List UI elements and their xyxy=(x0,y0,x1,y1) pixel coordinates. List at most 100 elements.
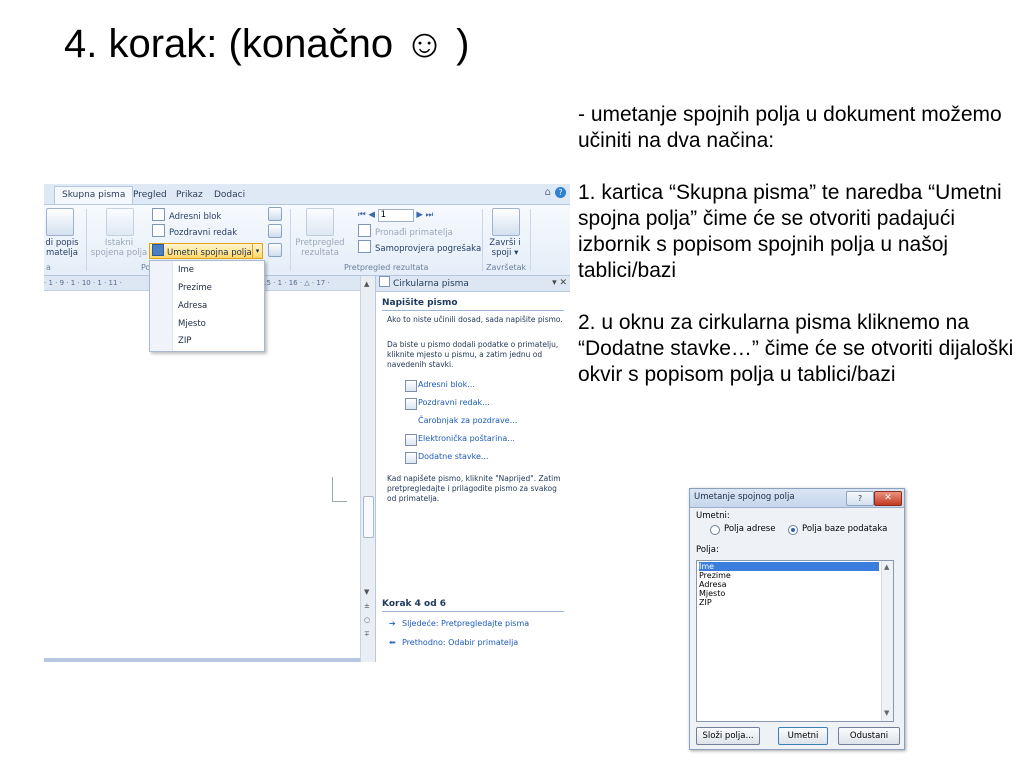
previous-page-icon[interactable]: ± xyxy=(364,602,370,610)
pane-header: Cirkularna pisma ▾ ✕ xyxy=(376,276,570,292)
pane-link-adresni-blok[interactable]: Adresni blok... xyxy=(418,380,475,389)
list-item[interactable]: Adresa xyxy=(699,580,879,589)
scroll-down-icon[interactable]: ▼ xyxy=(364,588,369,596)
slide-title: 4. korak: (konačno ☺ ) xyxy=(64,22,470,66)
tab-dodaci[interactable]: Dodaci xyxy=(207,187,252,204)
tab-prikaz[interactable]: Prikaz xyxy=(169,187,210,204)
auto-check-errors-button[interactable]: Samoprovjera pogrešaka xyxy=(358,240,481,254)
scroll-down-icon[interactable]: ▼ xyxy=(884,709,889,717)
radio-address-fields-label[interactable]: Polja adrese xyxy=(724,524,775,534)
pane-text-instructions: Da biste u pismo dodali podatke o primat… xyxy=(387,340,559,369)
highlight-label-2: spojena polja xyxy=(90,248,148,258)
ribbon-tab-bar: Skupna pisma Pregled Prikaz Dodaci ⌂? xyxy=(44,184,570,205)
tab-skupna-pisma[interactable]: Skupna pisma xyxy=(54,186,134,204)
edit-recipient-list-button[interactable]: di popis matelja xyxy=(44,238,82,258)
pane-step-label: Korak 4 od 6 xyxy=(382,599,447,609)
find-recipient-button[interactable]: Pronađi primatelja xyxy=(358,224,453,238)
cancel-button[interactable]: Odustani xyxy=(838,727,900,745)
radio-database-fields[interactable] xyxy=(788,525,798,535)
pane-title: Cirkularna pisma xyxy=(393,279,469,289)
close-icon[interactable]: ✕ xyxy=(874,491,902,506)
help-icon[interactable]: ? xyxy=(555,187,566,198)
pane-next-link[interactable]: Sljedeće: Pretpregledajte pisma xyxy=(402,619,529,628)
pane-text-next: Kad napišete pismo, kliknite "Naprijed".… xyxy=(387,474,561,503)
tab-pregled[interactable]: Pregled xyxy=(126,187,174,204)
auto-check-errors-label: Samoprovjera pogrešaka xyxy=(375,244,482,254)
pane-link-pozdravni-redak[interactable]: Pozdravni redak... xyxy=(418,398,490,407)
scroll-up-icon[interactable]: ▲ xyxy=(884,563,889,571)
paragraph-method-2: 2. u oknu za cirkularna pisma kliknemo n… xyxy=(578,311,1014,386)
vertical-scrollbar[interactable]: ▲ ▼ ± ○ ∓ xyxy=(360,276,375,662)
list-item[interactable]: ZIP xyxy=(699,598,879,607)
fields-label: Polja: xyxy=(696,545,719,555)
list-item[interactable]: Mjesto xyxy=(699,589,879,598)
radio-database-fields-label[interactable]: Polja baze podataka xyxy=(802,524,887,534)
match-fields-button[interactable]: Složi polja... xyxy=(696,727,760,745)
word-screenshot: Skupna pisma Pregled Prikaz Dodaci ⌂? di… xyxy=(44,184,570,662)
greeting-line-label: Pozdravni redak xyxy=(169,228,238,238)
pane-link-postarina[interactable]: Elektronička poštarina... xyxy=(418,434,515,443)
greeting-line-button[interactable]: Pozdravni redak xyxy=(152,224,237,238)
pane-divider xyxy=(382,611,564,612)
list-item[interactable]: Ime xyxy=(699,562,879,571)
dropdown-item-prezime[interactable]: Prezime xyxy=(178,283,212,293)
next-record-icon[interactable]: ▶ xyxy=(416,210,423,220)
finish-label-text: spoji xyxy=(491,248,512,258)
preview-results-button[interactable]: Pretpregled rezultata xyxy=(292,238,348,258)
update-labels-icon[interactable] xyxy=(268,243,282,257)
ribbon-minimize-icon[interactable]: ⌂ xyxy=(545,187,551,198)
explanation-text: - umetanje spojnih polja u dokument može… xyxy=(578,102,1018,414)
paragraph-intro: - umetanje spojnih polja u dokument može… xyxy=(578,103,1002,152)
greeting-line-icon xyxy=(152,224,165,237)
radio-address-fields[interactable] xyxy=(710,525,720,535)
insert-merge-field-dialog: Umetanje spojnog polja ? ✕ Umetni: Polja… xyxy=(689,488,905,750)
last-record-icon[interactable]: ⏭ xyxy=(426,210,434,220)
dropdown-item-ime[interactable]: Ime xyxy=(178,265,194,275)
select-browse-object-icon[interactable]: ○ xyxy=(364,616,370,624)
highlight-fields-icon xyxy=(106,208,134,236)
arrow-right-icon: ➔ xyxy=(389,619,396,628)
find-recipient-label: Pronađi primatelja xyxy=(375,228,453,238)
listbox-scrollbar[interactable]: ▲ ▼ xyxy=(881,561,893,721)
chevron-down-icon[interactable]: ▾ xyxy=(252,244,262,258)
list-item[interactable]: Prezime xyxy=(699,571,879,580)
insert-merge-field-button[interactable]: Umetni spojna polja ▾ xyxy=(149,243,263,259)
finish-merge-button[interactable]: Završi i spoji ▾ xyxy=(484,238,526,258)
find-recipient-icon xyxy=(358,224,371,237)
address-block-button[interactable]: Adresni blok xyxy=(152,208,221,222)
status-bar xyxy=(44,658,360,662)
preview-results-icon xyxy=(306,208,334,236)
record-navigation: ⏮ ◀ 1 ▶ ⏭ xyxy=(358,208,433,222)
group-separator xyxy=(86,209,87,271)
first-record-icon[interactable]: ⏮ xyxy=(358,210,366,220)
dialog-title-bar: Umetanje spojnog polja ? ✕ xyxy=(690,489,904,508)
help-icon[interactable]: ? xyxy=(846,491,874,506)
group-separator xyxy=(530,209,531,271)
pane-link-carobnjak[interactable]: Čarobnjak za pozdrave... xyxy=(418,416,517,425)
pane-prev-link[interactable]: Prethodno: Odabir primatelja xyxy=(402,638,518,647)
insert-button[interactable]: Umetni xyxy=(778,727,828,745)
group-label-pretpregled: Pretpregled rezultata xyxy=(344,263,429,272)
more-items-icon xyxy=(405,452,417,464)
dropdown-item-adresa[interactable]: Adresa xyxy=(178,301,207,311)
next-page-icon[interactable]: ∓ xyxy=(364,630,370,638)
ribbon: di popis matelja a Istakni spojena polja… xyxy=(44,205,570,276)
text-boundary-corner xyxy=(332,477,347,502)
fields-listbox[interactable]: Ime Prezime Adresa Mjesto ZIP ▲ ▼ xyxy=(696,560,894,722)
previous-record-icon[interactable]: ◀ xyxy=(368,210,375,220)
scroll-up-icon[interactable]: ▲ xyxy=(364,280,369,288)
pane-close-icon[interactable]: ▾ ✕ xyxy=(552,276,567,291)
edit-recipient-label-2: matelja xyxy=(46,248,78,258)
highlight-merge-fields-button[interactable]: Istakni spojena polja xyxy=(88,238,150,258)
check-errors-icon xyxy=(358,240,371,253)
scroll-thumb[interactable] xyxy=(363,496,374,538)
match-fields-icon[interactable] xyxy=(268,224,282,238)
dropdown-item-zip[interactable]: ZIP xyxy=(178,336,191,346)
rules-icon[interactable] xyxy=(268,207,282,221)
record-number-input[interactable]: 1 xyxy=(377,209,414,222)
pane-link-dodatne-stavke[interactable]: Dodatne stavke... xyxy=(418,452,489,461)
pane-heading: Napišite pismo xyxy=(382,298,458,308)
dropdown-item-mjesto[interactable]: Mjesto xyxy=(178,319,206,329)
preview-label-2: rezultata xyxy=(301,248,339,258)
electronic-postage-icon xyxy=(405,434,417,446)
